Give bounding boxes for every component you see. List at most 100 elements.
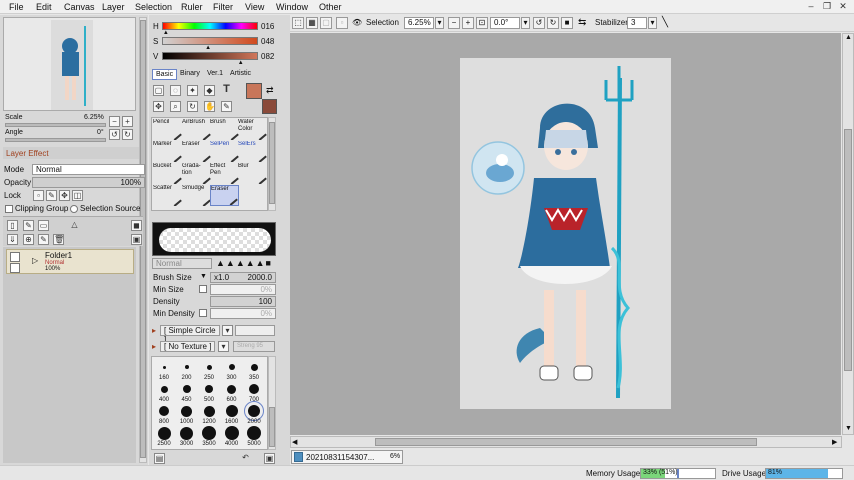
tool-eraser[interactable]: Eraser (182, 141, 211, 162)
angle-select[interactable]: 0.0° (490, 17, 520, 29)
canvas-horizontal-scrollbar[interactable]: ◀ ▶ (290, 436, 842, 448)
menu-other[interactable]: Other (319, 2, 342, 12)
flip-horizontal-icon[interactable]: ⇆ (578, 17, 586, 30)
rotate-reset-button[interactable]: ↻ (122, 129, 133, 140)
stabilizer-dropdown-icon[interactable]: ▾ (648, 17, 657, 29)
min-size-checkbox[interactable] (199, 285, 207, 293)
zoom-out-toolbar-icon[interactable]: − (448, 17, 460, 29)
shape-strength-slider[interactable] (235, 325, 275, 336)
magic-wand-icon[interactable]: ✦ (187, 85, 198, 96)
lock-paint-icon[interactable]: ✎ (46, 190, 57, 201)
undo-icon[interactable]: ↶ (240, 453, 251, 464)
merge-down-icon[interactable]: ⊕ (23, 234, 34, 245)
tool-smudge[interactable]: Smudge (182, 185, 211, 206)
rotate-left-button[interactable]: ↺ (109, 129, 120, 140)
brush-size-dot-1200[interactable] (203, 405, 215, 417)
brush-size-dot-3000[interactable] (180, 426, 193, 440)
texture-expand-icon[interactable]: ▸ (152, 342, 156, 351)
menu-selection[interactable]: Selection (135, 2, 172, 12)
layer-options-icon[interactable]: ▣ (131, 234, 142, 245)
new-folder-icon[interactable]: ▭ (38, 220, 49, 231)
zoom-reset-icon[interactable]: ⊡ (476, 17, 488, 29)
new-linework-icon[interactable]: ✎ (23, 220, 34, 231)
scroll-up-icon[interactable]: ▲ (845, 34, 852, 41)
brush-size-dot-400[interactable] (160, 385, 168, 393)
canvas-vscroll-thumb[interactable] (844, 129, 852, 371)
zoom-dropdown-icon[interactable]: ▾ (435, 17, 444, 29)
menu-window[interactable]: Window (276, 2, 308, 12)
shape-dropdown-icon[interactable]: ▾ (222, 325, 233, 336)
restore-button[interactable]: ❐ (821, 1, 833, 12)
scroll-left-icon[interactable]: ◀ (292, 438, 297, 446)
selection-source-checkbox[interactable] (70, 205, 78, 213)
layer-mask-icon[interactable]: ◼ (131, 220, 142, 231)
move-icon[interactable]: ✥ (153, 101, 164, 112)
tool-effect-pen[interactable]: Effect Pen (210, 163, 239, 184)
brush-size-dot-800[interactable] (159, 406, 169, 416)
brush-size-dot-250[interactable] (206, 364, 212, 370)
rotate-icon[interactable]: ↻ (187, 101, 198, 112)
brush-size-dot-350[interactable] (250, 363, 258, 371)
zoom-in-button[interactable]: + (122, 116, 133, 127)
brush-grid-menu-icon[interactable]: ▣ (264, 453, 275, 464)
tab-basic[interactable]: Basic (152, 69, 178, 80)
tab-artistic[interactable]: Artistic (227, 69, 254, 80)
value-slider[interactable] (162, 52, 258, 60)
folder-expand-icon[interactable]: ▷ (32, 256, 38, 265)
density-slider[interactable]: 100 (210, 296, 276, 307)
rotate-ccw-icon[interactable]: ↺ (533, 17, 545, 29)
menu-view[interactable]: View (245, 2, 264, 12)
delete-layer-icon[interactable]: 🗑 (53, 234, 64, 245)
scroll-down-icon[interactable]: ▼ (845, 425, 852, 432)
canvas-vertical-scrollbar[interactable]: ▲ ▼ (842, 33, 854, 435)
brush-size-dot-700[interactable] (249, 384, 259, 394)
brush-size-dot-300[interactable] (228, 364, 235, 370)
shape-expand-icon[interactable]: ▸ (152, 326, 156, 335)
menu-filter[interactable]: Filter (213, 2, 233, 12)
hand-icon[interactable]: ✋ (204, 101, 215, 112)
document-tab[interactable]: 20210831154307... 6% (291, 450, 403, 464)
primary-color-swatch[interactable] (246, 83, 262, 99)
canvas-document[interactable] (460, 58, 671, 409)
lock-move-icon[interactable]: ✥ (59, 190, 70, 201)
menu-canvas[interactable]: Canvas (64, 2, 95, 12)
brush-size-dot-1600[interactable] (225, 405, 238, 417)
shape-icon[interactable]: ◆ (204, 85, 215, 96)
tool-selers[interactable]: SelErs (238, 141, 267, 162)
new-layer-icon[interactable]: ▯ (7, 220, 18, 231)
hide-selection-icon[interactable]: ▫ (336, 17, 348, 29)
canvas-viewport[interactable] (290, 33, 841, 435)
brush-size-dot-200[interactable] (184, 365, 189, 369)
rect-select-icon[interactable]: ▢ (153, 85, 164, 96)
straight-line-icon[interactable]: ╲ (662, 17, 668, 30)
rotate-reset-toolbar-icon[interactable]: ■ (561, 17, 573, 29)
close-button[interactable]: ✕ (837, 1, 849, 12)
tool-gradation[interactable]: Grada- tion (182, 163, 211, 184)
minimize-button[interactable]: – (805, 1, 817, 12)
zoom-in-toolbar-icon[interactable]: + (462, 17, 474, 29)
deselect-icon[interactable]: ⬚ (292, 17, 304, 29)
tab-binary[interactable]: Binary (177, 69, 203, 80)
brush-size-dot-500[interactable] (205, 385, 213, 393)
tool-selpen[interactable]: SelPen (210, 141, 239, 162)
scale-slider[interactable] (5, 123, 106, 127)
scroll-right-icon[interactable]: ▶ (832, 438, 837, 446)
tool-brush[interactable]: Brush (210, 119, 239, 140)
lasso-icon[interactable]: ◌ (170, 85, 181, 96)
brush-size-dot-3500[interactable] (202, 426, 216, 440)
brush-size-dot-450[interactable] (182, 385, 191, 393)
brush-size-dot-600[interactable] (227, 384, 236, 394)
transfer-down-icon[interactable]: ⇓ (7, 234, 18, 245)
tool-blur[interactable]: Blur (238, 163, 267, 184)
menu-layer[interactable]: Layer (102, 2, 125, 12)
menu-edit[interactable]: Edit (36, 2, 52, 12)
brush-blend-select[interactable]: Normal (152, 258, 212, 269)
opacity-slider[interactable]: 100% (32, 177, 145, 188)
min-density-slider[interactable]: 0% (210, 308, 276, 319)
min-size-slider[interactable]: 0% (210, 284, 276, 295)
texture-strength-slider[interactable]: Streng 95 (233, 341, 275, 352)
brush-grid-scrollbar[interactable] (268, 356, 276, 450)
tool-marker[interactable]: Marker (153, 141, 182, 162)
tool-airbrush[interactable]: AirBrush (182, 119, 211, 140)
brush-tip-shapes[interactable]: ▲▲▲▲▲■ (216, 258, 276, 269)
